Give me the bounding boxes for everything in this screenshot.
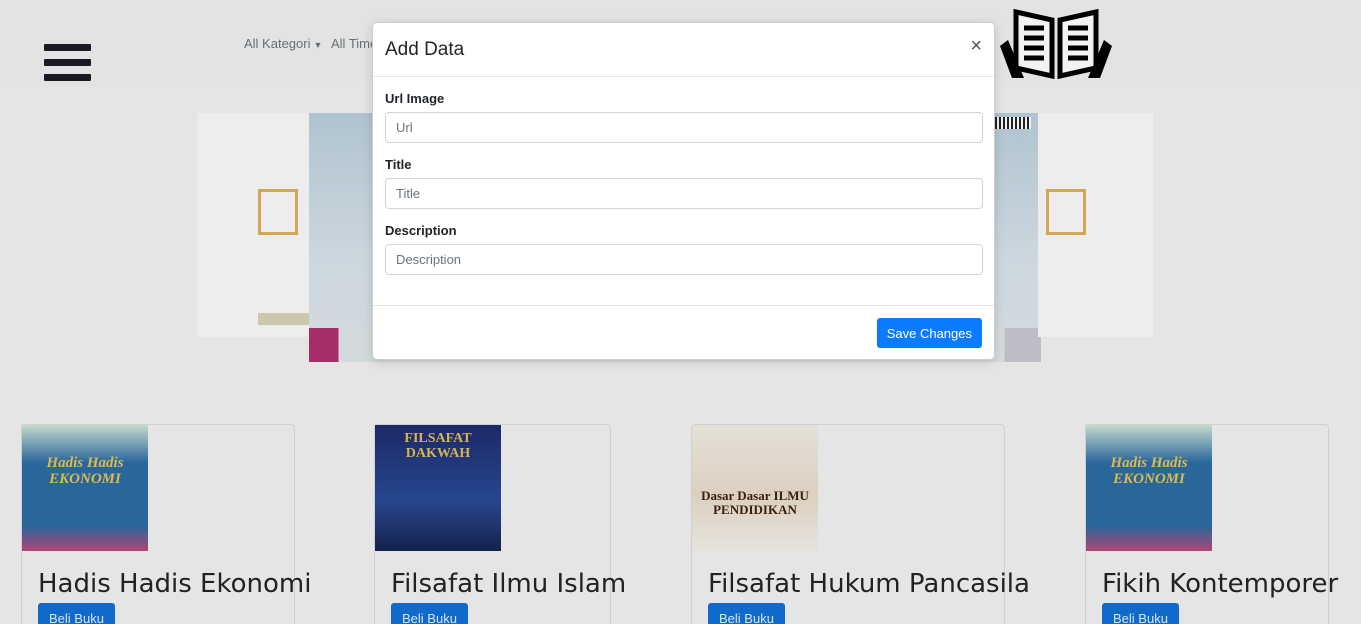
description-label: Description — [385, 223, 457, 238]
title-label: Title — [385, 157, 412, 172]
modal-header: Add Data × — [373, 23, 994, 77]
modal-title: Add Data — [385, 39, 465, 60]
modal-footer: Save Changes — [373, 305, 994, 361]
url-image-label: Url Image — [385, 91, 445, 106]
add-data-modal: Add Data × Url Image Title Description S… — [372, 22, 995, 360]
description-input[interactable] — [385, 244, 983, 275]
title-group: Title — [385, 157, 983, 209]
description-group: Description — [385, 223, 983, 275]
modal-body: Url Image Title Description — [373, 77, 994, 275]
title-input[interactable] — [385, 178, 983, 209]
close-icon[interactable]: × — [970, 36, 982, 56]
save-changes-button[interactable]: Save Changes — [876, 318, 982, 348]
url-image-group: Url Image — [385, 91, 983, 143]
url-image-input[interactable] — [385, 112, 983, 143]
